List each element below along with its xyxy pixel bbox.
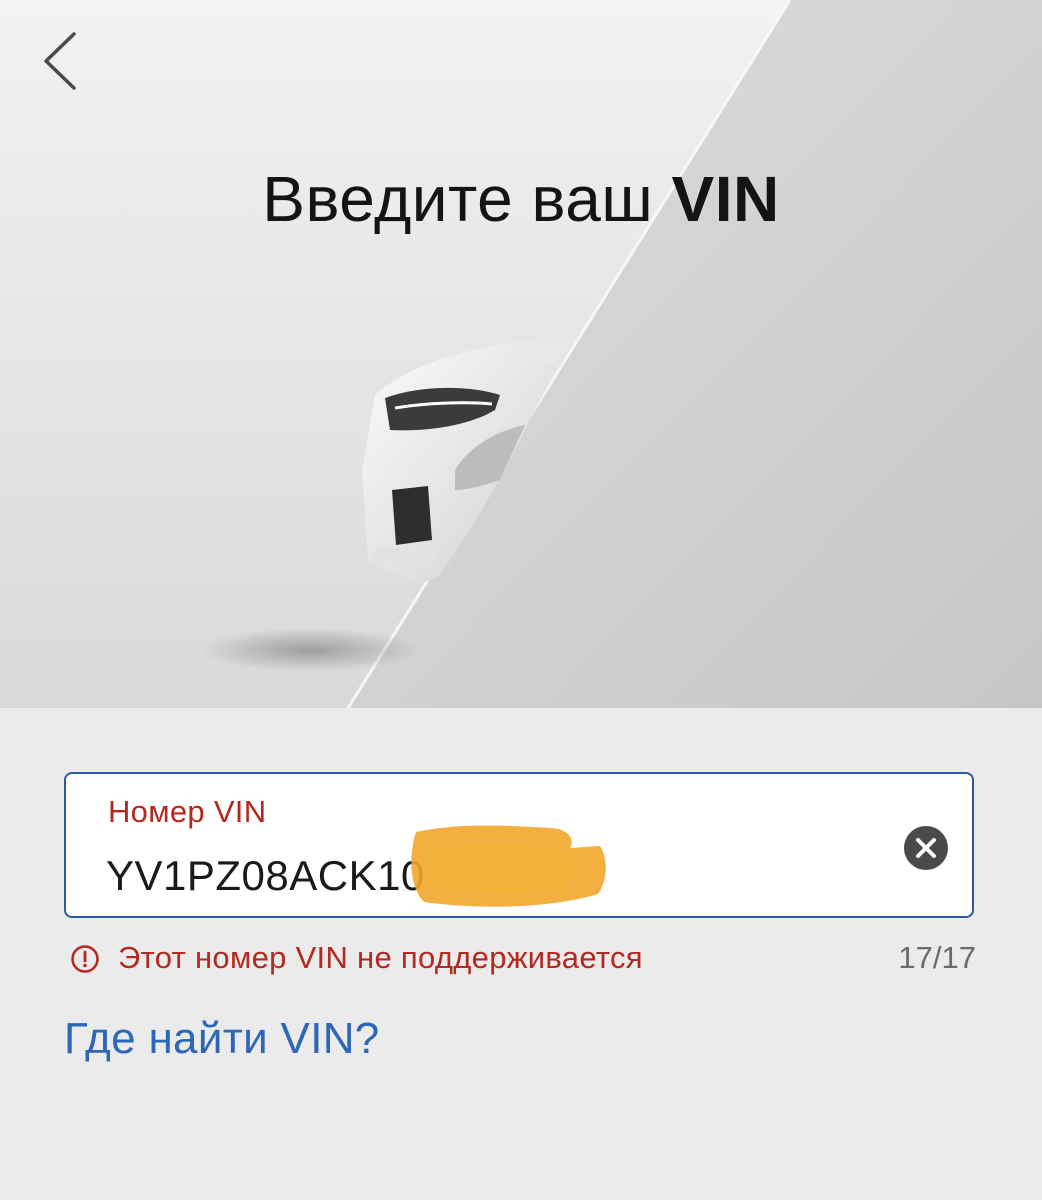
hero-banner: Введите ваш VIN [0,0,1042,708]
vin-error-row: Этот номер VIN не поддерживается 17/17 [70,940,976,980]
character-counter: 17/17 [898,940,976,975]
vin-field-label: Номер VIN [108,794,267,829]
page-title-prefix: Введите ваш [262,163,654,235]
exclamation-circle-icon [71,945,99,973]
clear-input-icon[interactable] [904,826,948,870]
back-chevron-icon[interactable] [34,26,90,96]
vin-field-value[interactable]: YV1PZ08ACK10 [106,852,425,900]
where-to-find-vin-link[interactable]: Где найти VIN? [64,1014,380,1064]
hero-background [0,0,1042,708]
vin-input-field[interactable]: Номер VIN YV1PZ08ACK10 [64,772,974,918]
car-shadow [200,628,420,672]
vin-error-message: Этот номер VIN не поддерживается [118,940,643,975]
page-title: Введите ваш VIN [0,162,1042,236]
page-title-bold: VIN [671,163,780,235]
redaction-marker [411,825,606,907]
